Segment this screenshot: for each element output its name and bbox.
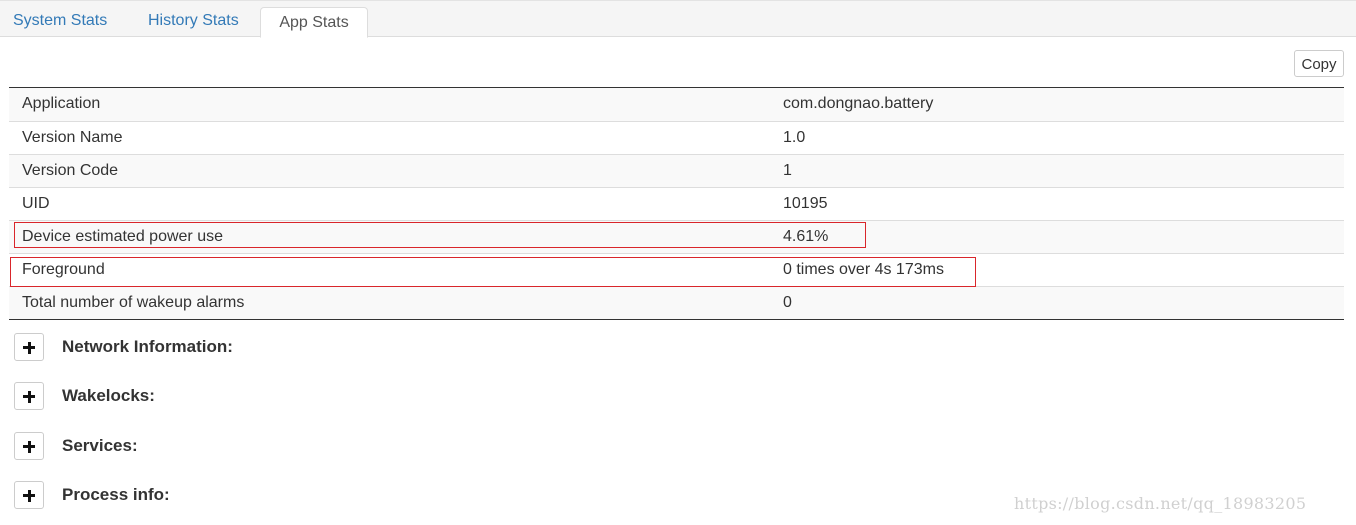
tab-app-stats[interactable]: App Stats bbox=[260, 7, 368, 38]
row-key: Device estimated power use bbox=[22, 228, 223, 245]
tab-system-stats[interactable]: System Stats bbox=[13, 5, 107, 38]
table-row: UID 10195 bbox=[9, 187, 1344, 220]
table-row: Total number of wakeup alarms 0 bbox=[9, 286, 1344, 319]
table-row: Version Name 1.0 bbox=[9, 121, 1344, 154]
section-title: Wakelocks: bbox=[62, 386, 155, 405]
plus-icon-stroke bbox=[27, 440, 31, 453]
row-value: 1 bbox=[783, 162, 792, 179]
row-key: Total number of wakeup alarms bbox=[22, 294, 245, 311]
row-key: Foreground bbox=[22, 261, 105, 278]
table-row: Application com.dongnao.battery bbox=[9, 88, 1344, 121]
row-value: 0 bbox=[783, 294, 792, 311]
plus-icon-stroke bbox=[27, 489, 31, 502]
table-row: Device estimated power use 4.61% bbox=[9, 220, 1344, 253]
expand-wakelocks-button[interactable] bbox=[14, 382, 44, 410]
row-value: 10195 bbox=[783, 195, 828, 212]
row-key: Application bbox=[22, 95, 101, 112]
app-stats-table: Application com.dongnao.battery Version … bbox=[9, 87, 1344, 320]
plus-icon-stroke bbox=[27, 390, 31, 403]
row-value: 4.61% bbox=[783, 228, 829, 245]
row-key: Version Name bbox=[22, 129, 123, 146]
table-row: Version Code 1 bbox=[9, 154, 1344, 187]
copy-button[interactable]: Copy bbox=[1294, 50, 1344, 77]
tab-history-stats[interactable]: History Stats bbox=[148, 5, 239, 38]
table-row: Foreground 0 times over 4s 173ms bbox=[9, 253, 1344, 286]
section-title: Services: bbox=[62, 436, 138, 455]
section-title: Process info: bbox=[62, 485, 170, 504]
watermark: https://blog.csdn.net/qq_18983205 bbox=[1014, 494, 1307, 513]
expand-services-button[interactable] bbox=[14, 432, 44, 460]
section-title: Network Information: bbox=[62, 337, 233, 356]
tab-bar: System Stats History Stats App Stats bbox=[0, 0, 1356, 38]
expand-network-information-button[interactable] bbox=[14, 333, 44, 361]
row-key: UID bbox=[22, 195, 50, 212]
row-value: 0 times over 4s 173ms bbox=[783, 261, 944, 278]
expand-process-info-button[interactable] bbox=[14, 481, 44, 509]
row-value: com.dongnao.battery bbox=[783, 95, 934, 112]
row-key: Version Code bbox=[22, 162, 119, 179]
plus-icon-stroke bbox=[27, 341, 31, 354]
row-value: 1.0 bbox=[783, 129, 806, 146]
